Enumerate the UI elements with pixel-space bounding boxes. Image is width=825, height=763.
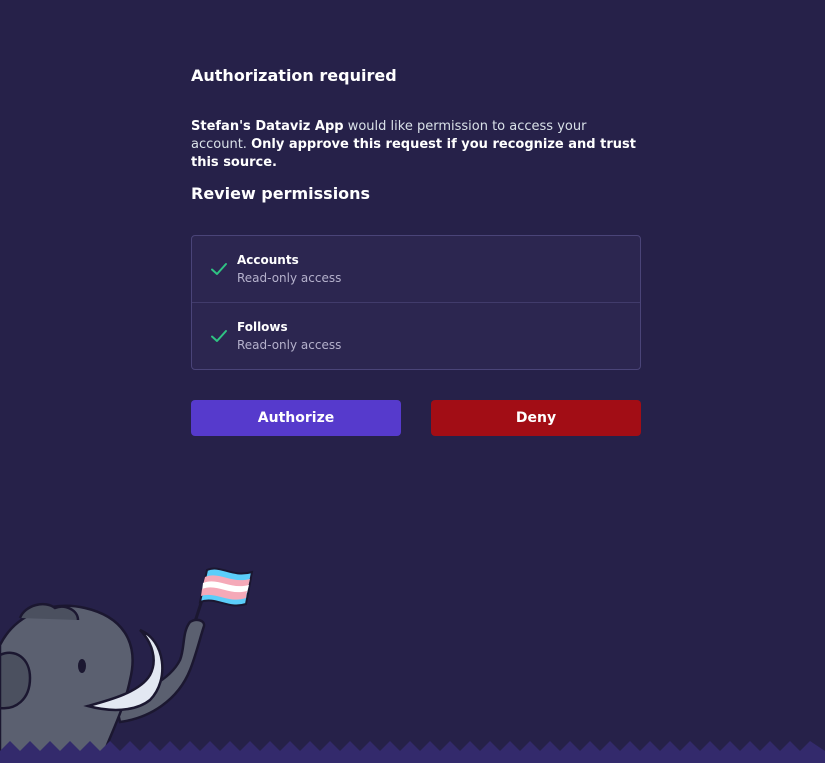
permission-description: Read-only access xyxy=(237,338,342,352)
permission-name: Accounts xyxy=(237,253,299,267)
deny-button[interactable]: Deny xyxy=(431,400,641,436)
permission-item-accounts: Accounts Read-only access xyxy=(192,236,640,302)
trust-warning: Only approve this request if you recogni… xyxy=(191,137,636,170)
authorize-button[interactable]: Authorize xyxy=(191,400,401,436)
page-title: Authorization required xyxy=(191,66,397,85)
authorization-request-text: Stefan's Dataviz App would like permissi… xyxy=(191,118,641,172)
check-icon xyxy=(211,330,227,342)
permission-description: Read-only access xyxy=(237,271,342,285)
mascot-eye xyxy=(78,659,86,673)
permissions-list: Accounts Read-only access Follows Read-o… xyxy=(191,235,641,370)
check-icon xyxy=(211,263,227,275)
review-permissions-title: Review permissions xyxy=(191,184,371,203)
zigzag-ground-decoration xyxy=(0,741,825,763)
permission-item-follows: Follows Read-only access xyxy=(192,302,640,368)
permission-name: Follows xyxy=(237,320,288,334)
pride-flag-icon xyxy=(198,567,254,607)
app-name: Stefan's Dataviz App xyxy=(191,119,344,134)
oauth-authorize-page: Authorization required Stefan's Dataviz … xyxy=(0,0,825,763)
